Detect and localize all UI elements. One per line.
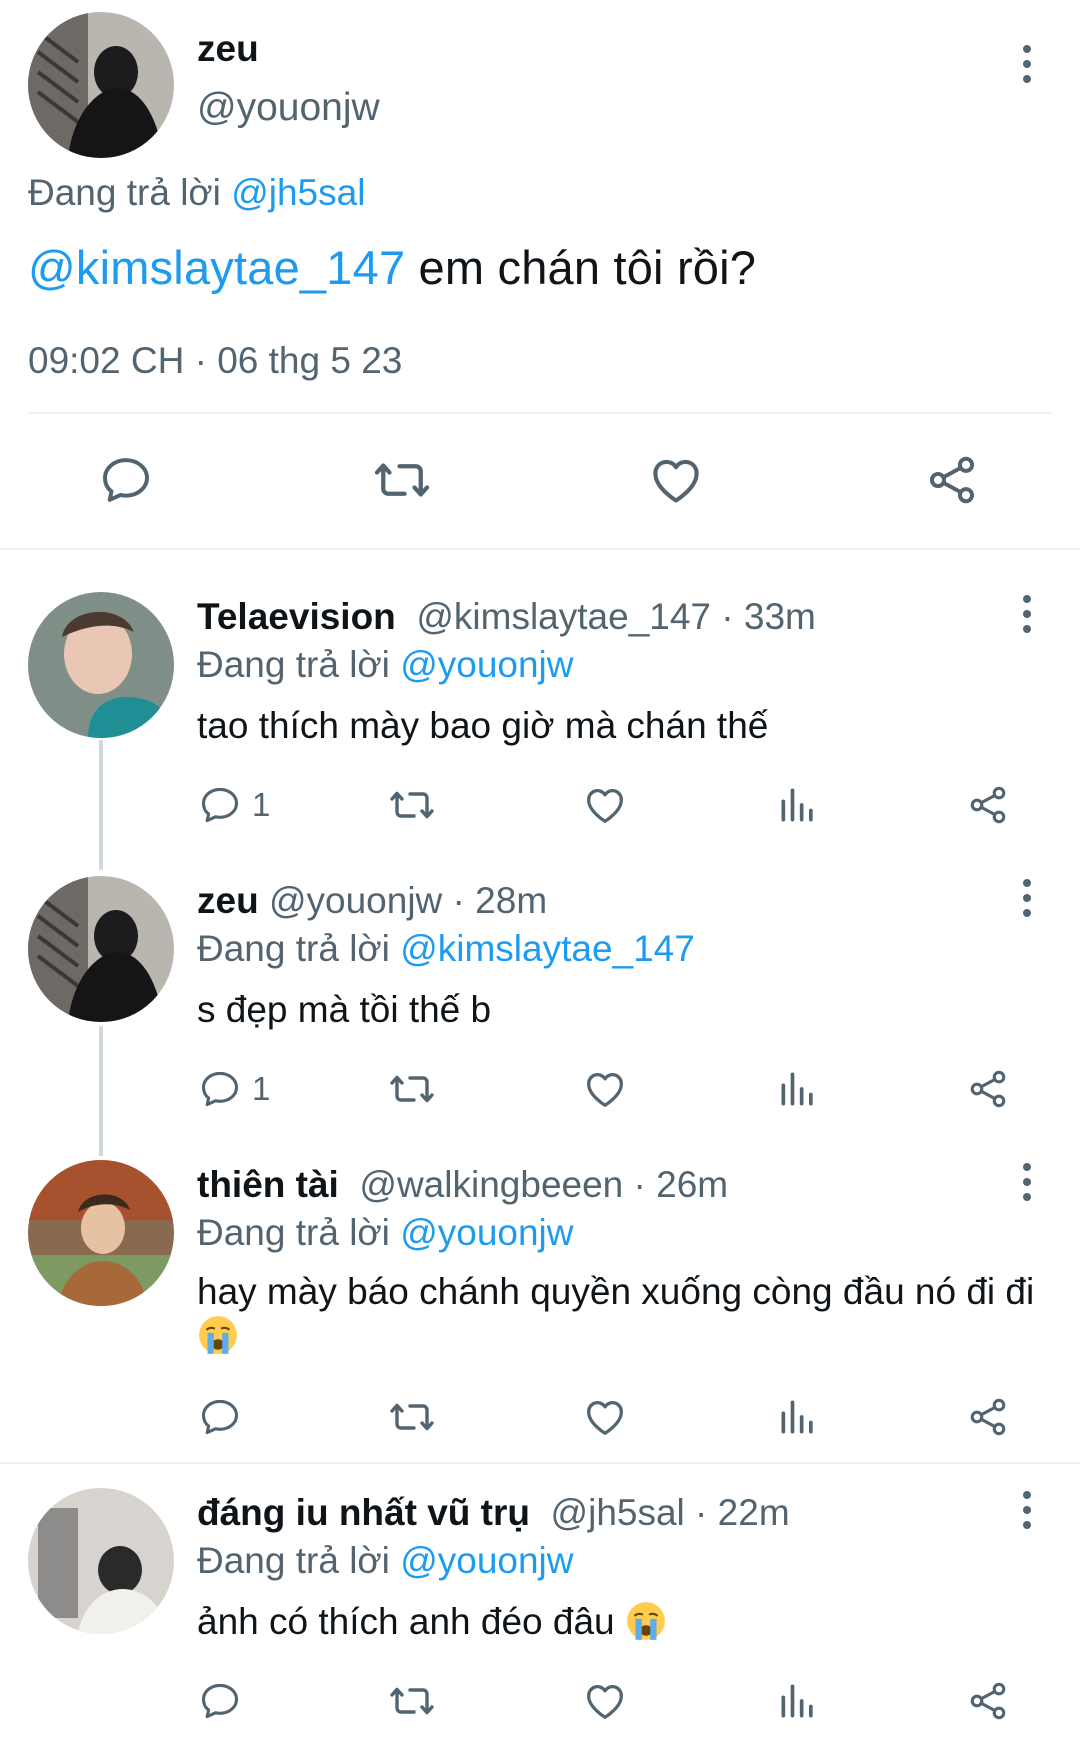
reply-count: 1 [252,786,271,823]
replying-prefix: Đang trả lời [197,1540,390,1581]
reply-header: đáng iu nhất vũ trụ @jh5sal · 22m [197,1492,790,1534]
avatar[interactable] [28,592,174,738]
author-handle-time[interactable]: @walkingbeeen · 26m [359,1164,728,1205]
author-handle[interactable]: @youonjw [197,86,380,130]
avatar-photo [28,876,174,1022]
avatar[interactable] [28,1160,174,1306]
action-bar: 1 [0,1064,1080,1114]
retweet-icon[interactable] [372,450,432,510]
analytics-bars-icon[interactable] [776,780,820,830]
avatar-photo [28,12,174,158]
retweet-icon[interactable] [388,1392,436,1442]
reply-bubble-icon[interactable]: 1 [198,1064,270,1114]
reply-bubble-icon[interactable] [96,450,156,510]
replying-prefix: Đang trả lời [28,172,221,213]
reply-header: zeu @youonjw · 28m [197,880,547,922]
replying-to: Đang trả lời @youonjw [197,1212,574,1254]
author-name[interactable]: Telaevision [197,596,396,637]
author-handle-time[interactable]: @kimslaytae_147 · 33m [416,596,816,637]
replying-to: Đang trả lời @youonjw [197,644,574,686]
share-icon[interactable] [966,780,1010,830]
heart-icon[interactable] [646,450,706,510]
reply-text: hay mày báo chánh quyền xuống còng đầu n… [197,1270,1057,1358]
reply-text: tao thích mày bao giờ mà chán thế [197,705,769,746]
author-name[interactable]: zeu [197,880,259,921]
main-tweet: zeu @youonjw Đang trả lời @jh5sal @kimsl… [0,0,1080,550]
replying-to-link[interactable]: @youonjw [400,1540,573,1581]
loudly-crying-face-emoji [625,1600,667,1642]
retweet-icon[interactable] [388,1676,436,1726]
divider [0,1462,1080,1464]
author-name[interactable]: đáng iu nhất vũ trụ [197,1492,530,1533]
replying-to-link[interactable]: @youonjw [400,1212,573,1253]
mention-link[interactable]: @kimslaytae_147 [28,241,405,294]
replying-prefix: Đang trả lời [197,1212,390,1253]
more-options-icon[interactable] [1022,878,1032,923]
share-icon[interactable] [966,1064,1010,1114]
retweet-icon[interactable] [388,780,436,830]
more-options-icon[interactable] [1022,1162,1032,1207]
reply-bubble-icon[interactable] [198,1676,252,1726]
analytics-bars-icon[interactable] [776,1392,820,1442]
heart-icon[interactable] [582,780,628,830]
avatar[interactable] [28,876,174,1022]
share-icon[interactable] [966,1676,1010,1726]
replying-prefix: Đang trả lời [197,928,390,969]
replying-to-link[interactable]: @jh5sal [231,172,365,213]
author-name[interactable]: zeu [197,28,259,70]
action-bar: 1 [0,780,1080,830]
share-icon[interactable] [966,1392,1010,1442]
author-handle-time[interactable]: @jh5sal · 22m [551,1492,790,1533]
author-handle-time[interactable]: @youonjw · 28m [269,880,547,921]
analytics-bars-icon[interactable] [776,1676,820,1726]
replying-to: Đang trả lời @kimslaytae_147 [197,928,695,970]
replying-prefix: Đang trả lời [197,644,390,685]
reply-bubble-icon[interactable]: 1 [198,780,270,830]
tweet-body: em chán tôi rồi? [405,241,757,294]
reply-text: s đẹp mà tồi thế b [197,989,492,1030]
avatar-photo [28,1160,174,1306]
divider [28,412,1052,414]
more-options-icon[interactable] [1022,594,1032,639]
avatar[interactable] [28,1488,174,1634]
share-icon[interactable] [922,450,982,510]
heart-icon[interactable] [582,1064,628,1114]
heart-icon[interactable] [582,1392,628,1442]
replying-to: Đang trả lời @jh5sal [28,172,365,214]
loudly-crying-face-emoji [197,1314,239,1356]
avatar-photo [28,1488,174,1634]
analytics-bars-icon[interactable] [776,1064,820,1114]
reply-body: ảnh có thích anh đéo đâu [197,1601,615,1642]
reply-header: Telaevision @kimslaytae_147 · 33m [197,596,816,638]
action-bar [0,1676,1080,1726]
action-bar [0,1392,1080,1442]
reply-header: thiên tài @walkingbeeen · 26m [197,1164,728,1206]
action-bar [0,450,1080,514]
more-options-icon[interactable] [1022,1490,1032,1535]
retweet-icon[interactable] [388,1064,436,1114]
more-options-icon[interactable] [1022,44,1032,89]
avatar-photo [28,592,174,738]
tweet-text: @kimslaytae_147 em chán tôi rồi? [28,240,756,295]
reply-body: hay mày báo chánh quyền xuống còng đầu n… [197,1271,1035,1312]
reply-count: 1 [252,1070,271,1107]
timestamp[interactable]: 09:02 CH · 06 thg 5 23 [28,340,402,382]
replying-to-link[interactable]: @kimslaytae_147 [400,928,695,969]
reply-bubble-icon[interactable] [198,1392,252,1442]
replying-to-link[interactable]: @youonjw [400,644,573,685]
avatar[interactable] [28,12,174,158]
heart-icon[interactable] [582,1676,628,1726]
replying-to: Đang trả lời @youonjw [197,1540,574,1582]
reply-text: ảnh có thích anh đéo đâu [197,1600,1057,1644]
author-name[interactable]: thiên tài [197,1164,339,1205]
